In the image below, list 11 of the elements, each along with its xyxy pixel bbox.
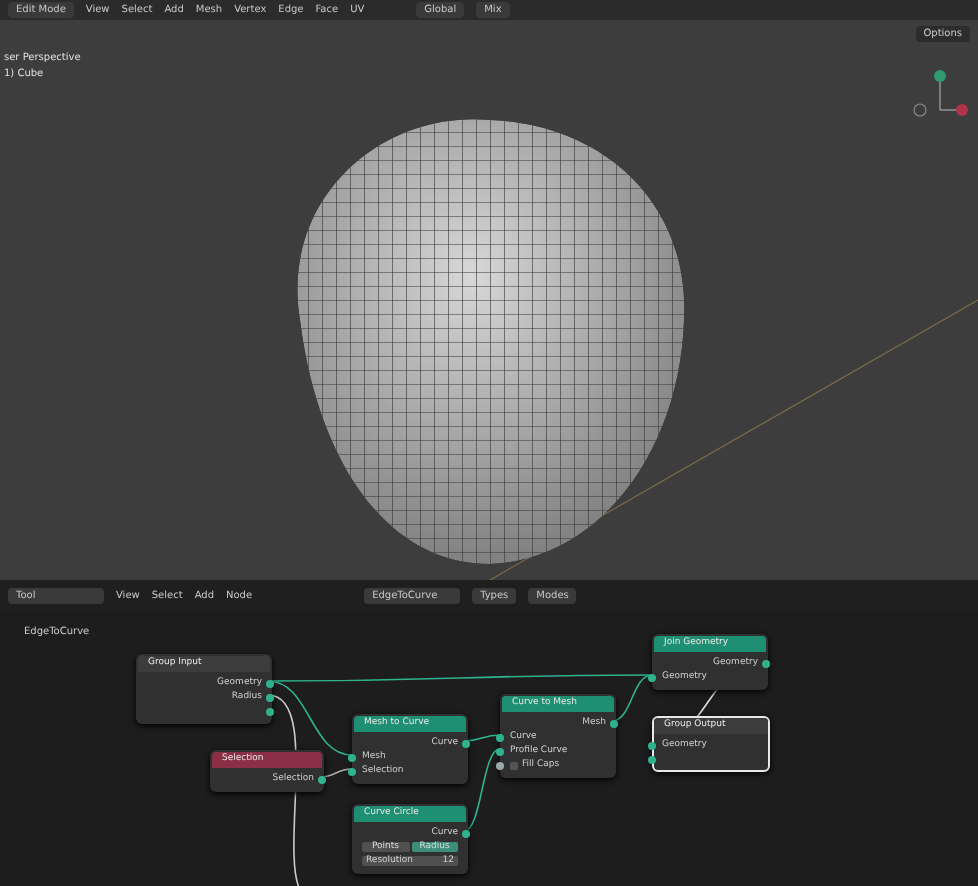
- wire: [463, 748, 501, 832]
- checkbox[interactable]: [510, 761, 518, 769]
- axis-gizmo-drawing: [913, 70, 968, 117]
- output-socket-icon[interactable]: [762, 659, 770, 667]
- output-socket-icon[interactable]: [318, 775, 326, 783]
- output-socket-icon[interactable]: [610, 719, 618, 727]
- output-socket-icon[interactable]: [462, 829, 470, 837]
- wire: [319, 768, 353, 778]
- output-socket-icon[interactable]: [462, 739, 470, 747]
- input-socket-icon[interactable]: [648, 673, 656, 681]
- wire: [463, 734, 501, 742]
